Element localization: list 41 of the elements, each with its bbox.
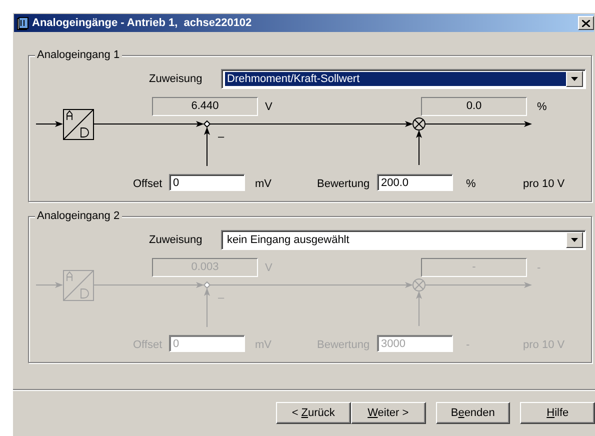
offset-input[interactable]: 0 — [169, 174, 245, 191]
group-title: Analogeingang 1 — [35, 49, 122, 61]
dialog-button[interactable]: Beenden — [436, 402, 510, 424]
unit-label: - — [466, 338, 470, 352]
output-value-field: 0.0 — [421, 97, 527, 116]
unit-label: V — [265, 100, 272, 114]
signal-arrow — [36, 282, 63, 288]
dialog-button[interactable]: < Zurück — [276, 402, 351, 424]
dialog-button[interactable]: Weiter > — [350, 402, 426, 424]
multiplier-icon — [412, 118, 426, 130]
offset-label: Offset — [133, 177, 162, 191]
app-icon — [17, 16, 29, 30]
converter-block-icon — [63, 270, 94, 301]
dialog-button[interactable]: Hilfe — [520, 402, 595, 424]
input-value-field: 6.440 — [152, 97, 258, 116]
close-button[interactable] — [578, 16, 594, 30]
scaling-note: pro 10 V — [523, 177, 565, 191]
window-title: Analogeingänge - Antrieb 1, achse220102 — [32, 17, 252, 29]
assignment-label: Zuweisung — [149, 233, 202, 247]
minus-sign: – — [218, 130, 224, 144]
unit-label: mV — [255, 177, 272, 191]
multiplier-icon — [412, 278, 426, 292]
converter-block-icon — [63, 109, 94, 140]
caret-icon — [571, 238, 578, 242]
output-value-field: - — [421, 258, 527, 277]
unit-label: % — [537, 100, 547, 114]
minus-sign: – — [218, 291, 224, 305]
unit-label: - — [537, 261, 541, 275]
assignment-dropdown[interactable]: Drehmoment/Kraft-Sollwert — [221, 69, 586, 89]
assignment-label: Zuweisung — [149, 72, 202, 86]
scaling-input[interactable]: 200.0 — [377, 174, 453, 191]
close-icon — [582, 20, 590, 26]
signal-arrow — [36, 121, 63, 127]
unit-label: % — [466, 177, 476, 191]
caret-icon — [571, 77, 578, 81]
junction-icon — [203, 120, 211, 128]
signal-arrow — [416, 130, 422, 166]
group-title: Analogeingang 2 — [35, 210, 122, 222]
signal-arrow — [416, 291, 422, 326]
junction-icon — [203, 281, 211, 289]
scaling-label: Bewertung — [317, 177, 370, 191]
